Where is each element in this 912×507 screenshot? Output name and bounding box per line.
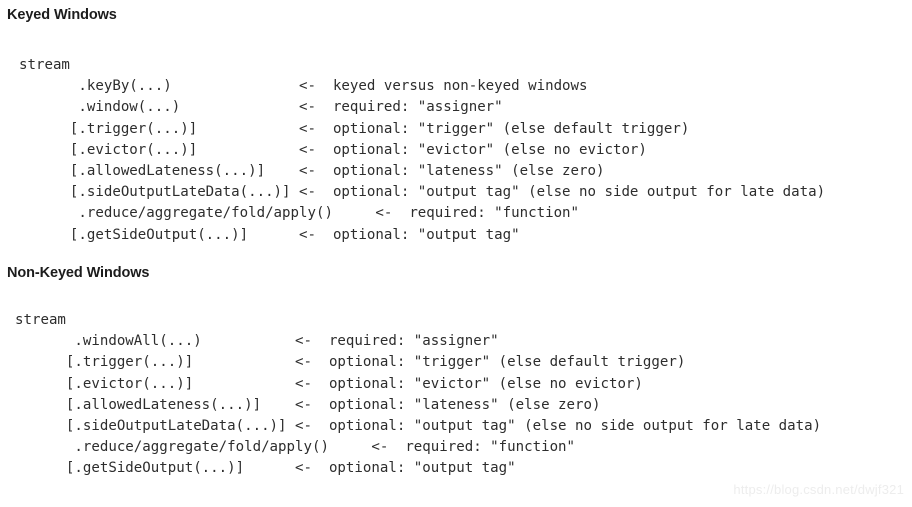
code-line: [.sideOutputLateData(...)] <- optional: … xyxy=(15,418,822,435)
code-line: [.sideOutputLateData(...)] <- optional: … xyxy=(19,184,826,201)
code-line: [.getSideOutput(...)] <- optional: "outp… xyxy=(19,226,520,243)
heading-keyed-windows: Keyed Windows xyxy=(7,7,117,23)
code-line: .reduce/aggregate/fold/apply() <- requir… xyxy=(19,205,580,222)
code-line: stream xyxy=(19,57,70,73)
section-non-keyed-windows: Non-Keyed Windows stream .windowAll(...)… xyxy=(0,258,912,480)
code-line: [.trigger(...)] <- optional: "trigger" (… xyxy=(19,120,690,137)
code-line: .reduce/aggregate/fold/apply() <- requir… xyxy=(15,439,576,456)
code-block-non-keyed-windows: stream .windowAll(...) <- required: "ass… xyxy=(0,283,912,480)
watermark-blog-url: https://blog.csdn.net/dwjf321 xyxy=(733,482,904,497)
code-line: [.getSideOutput(...)] <- optional: "outp… xyxy=(15,460,516,477)
code-line: [.allowedLateness(...)] <- optional: "la… xyxy=(19,163,605,180)
code-line: [.evictor(...)] <- optional: "evictor" (… xyxy=(15,375,643,392)
code-line: [.trigger(...)] <- optional: "trigger" (… xyxy=(15,354,686,371)
code-line: [.evictor(...)] <- optional: "evictor" (… xyxy=(19,141,647,158)
page-root: Keyed Windows stream .keyBy(...) <- keye… xyxy=(0,0,912,507)
code-block-keyed-windows: stream .keyBy(...) <- keyed versus non-k… xyxy=(0,25,912,246)
section-keyed-windows: Keyed Windows stream .keyBy(...) <- keye… xyxy=(0,0,912,246)
code-line: .windowAll(...) <- required: "assigner" xyxy=(15,333,499,350)
code-line: [.allowedLateness(...)] <- optional: "la… xyxy=(15,396,601,413)
code-line: .keyBy(...) <- keyed versus non-keyed wi… xyxy=(19,78,588,95)
code-line: .window(...) <- required: "assigner" xyxy=(19,99,503,116)
heading-non-keyed-windows: Non-Keyed Windows xyxy=(7,265,150,281)
code-line: stream xyxy=(15,312,66,328)
